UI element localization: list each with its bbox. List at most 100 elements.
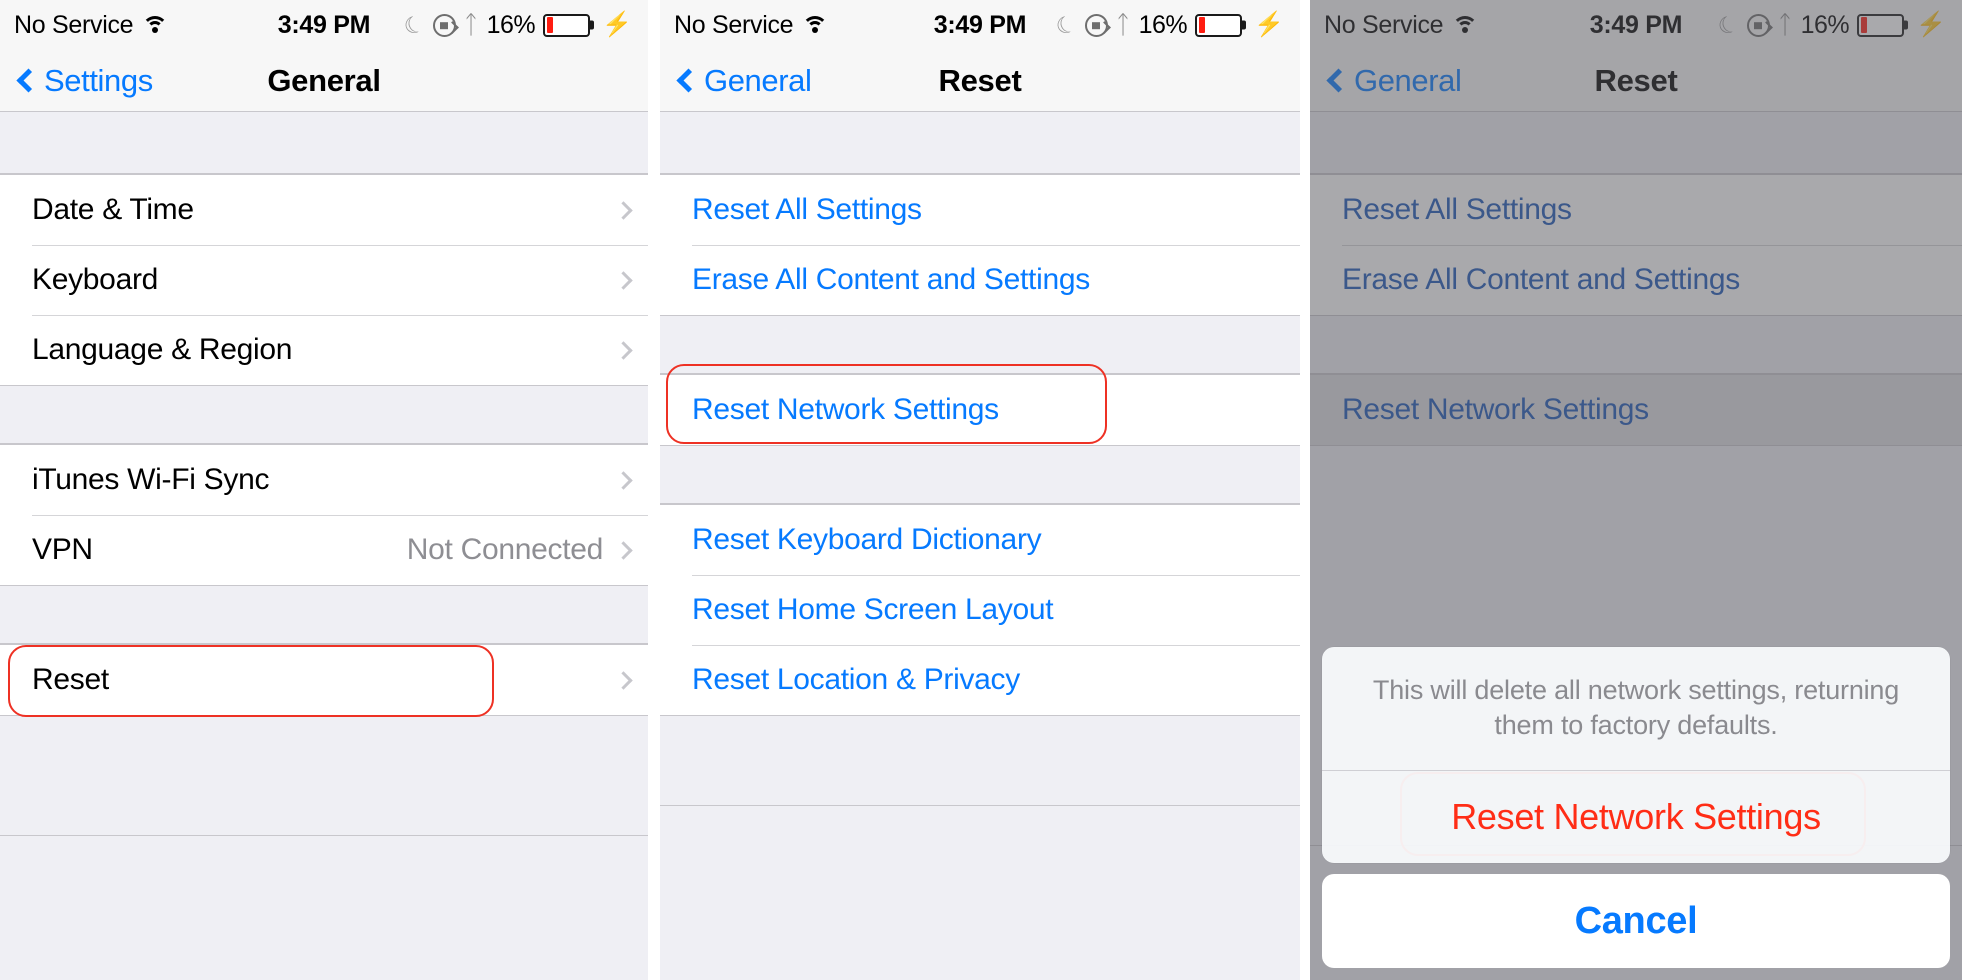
rotation-lock-icon [1746, 13, 1770, 37]
group-spacer [1310, 112, 1962, 174]
navigation-bar: General Reset [660, 50, 1300, 112]
row-itunes-wifi-sync[interactable]: iTunes Wi-Fi Sync [0, 445, 648, 515]
row-vpn[interactable]: VPN Not Connected [0, 515, 648, 585]
navigation-bar: Settings General [0, 50, 648, 112]
row-language-and-region[interactable]: Language & Region [0, 315, 648, 385]
row-reset[interactable]: Reset [0, 645, 648, 715]
row-label: Reset [32, 663, 109, 696]
chevron-left-icon [16, 68, 41, 93]
moon-icon: ☾ [399, 8, 429, 41]
row-erase-all-content-and-settings[interactable]: Erase All Content and Settings [1310, 245, 1962, 315]
back-button-label: Settings [44, 62, 153, 98]
row-label: Reset All Settings [1342, 193, 1572, 226]
status-bar-left: No Service [1324, 10, 1479, 40]
group-spacer [660, 716, 1300, 806]
reset-group-2: Reset Network Settings [660, 374, 1300, 446]
row-reset-location-and-privacy[interactable]: Reset Location & Privacy [660, 645, 1300, 715]
reset-network-settings-button[interactable]: Reset Network Settings [1322, 771, 1950, 863]
carrier-label: No Service [674, 10, 794, 39]
battery-percent-label: 16% [1800, 10, 1850, 39]
chevron-left-icon [676, 68, 701, 93]
group-spacer [0, 586, 648, 644]
navigation-bar: General Reset [1310, 50, 1962, 112]
chevron-left-icon [1326, 68, 1351, 93]
row-label: Reset Network Settings [1342, 393, 1649, 426]
chevron-right-icon [614, 670, 633, 690]
row-erase-all-content-and-settings[interactable]: Erase All Content and Settings [660, 245, 1300, 315]
screenshot-series: No Service 3:49 PM ☾ ᛏ 16% ⚡ Settings Ge… [0, 0, 1962, 980]
group-spacer [0, 386, 648, 444]
row-reset-all-settings[interactable]: Reset All Settings [1310, 175, 1962, 245]
wifi-icon [1452, 15, 1479, 35]
carrier-label: No Service [14, 10, 134, 39]
settings-table-reset: Reset All Settings Erase All Content and… [660, 112, 1300, 980]
rotation-lock-icon [432, 13, 456, 37]
lightning-bolt-icon: ⚡ [1916, 11, 1946, 38]
row-label: Erase All Content and Settings [692, 263, 1090, 296]
row-value-vpn-status: Not Connected [406, 533, 604, 566]
rotation-lock-icon [1084, 13, 1108, 37]
settings-group-1: Date & Time Keyboard Language & Region [0, 174, 648, 386]
status-bar: No Service 3:49 PM ☾ ᛏ 16% ⚡ [660, 0, 1300, 50]
group-spacer [1310, 316, 1962, 374]
action-sheet-body: This will delete all network settings, r… [1322, 646, 1950, 863]
group-spacer [0, 112, 648, 174]
battery-icon [1195, 13, 1243, 37]
reset-group-1: Reset All Settings Erase All Content and… [1310, 174, 1962, 316]
action-sheet-message: This will delete all network settings, r… [1322, 647, 1950, 771]
battery-icon [543, 13, 591, 37]
action-sheet: This will delete all network settings, r… [1322, 646, 1950, 968]
wifi-icon [142, 15, 169, 35]
status-bar-left: No Service [14, 10, 169, 40]
row-label: Reset Location & Privacy [692, 663, 1020, 696]
settings-group-2: iTunes Wi-Fi Sync VPN Not Connected [0, 444, 648, 586]
row-reset-network-settings[interactable]: Reset Network Settings [660, 375, 1300, 445]
row-label: Reset Network Settings [692, 393, 999, 426]
back-button-general[interactable]: General [1326, 63, 1462, 99]
reset-group-1: Reset All Settings Erase All Content and… [660, 174, 1300, 316]
status-bar: No Service 3:49 PM ☾ ᛏ 16% ⚡ [1310, 0, 1962, 50]
row-date-and-time[interactable]: Date & Time [0, 175, 648, 245]
bluetooth-icon: ᛏ [1115, 10, 1131, 39]
settings-table-general: Date & Time Keyboard Language & Region i… [0, 112, 648, 980]
group-spacer [660, 446, 1300, 504]
row-reset-home-screen-layout[interactable]: Reset Home Screen Layout [660, 575, 1300, 645]
battery-percent-label: 16% [486, 10, 536, 39]
panel-divider [1300, 0, 1310, 980]
moon-icon: ☾ [1051, 8, 1081, 41]
carrier-label: No Service [1324, 10, 1444, 39]
battery-icon [1857, 13, 1905, 37]
row-reset-all-settings[interactable]: Reset All Settings [660, 175, 1300, 245]
lightning-bolt-icon: ⚡ [602, 11, 632, 38]
moon-icon: ☾ [1713, 8, 1743, 41]
reset-group-3: Reset Keyboard Dictionary Reset Home Scr… [660, 504, 1300, 716]
chevron-right-icon [614, 270, 633, 290]
row-label: Language & Region [32, 333, 293, 366]
chevron-right-icon [614, 470, 633, 490]
row-label: Keyboard [32, 263, 159, 296]
group-spacer [660, 112, 1300, 174]
status-bar: No Service 3:49 PM ☾ ᛏ 16% ⚡ [0, 0, 648, 50]
row-label: iTunes Wi-Fi Sync [32, 463, 270, 496]
row-reset-keyboard-dictionary[interactable]: Reset Keyboard Dictionary [660, 505, 1300, 575]
row-label: VPN [32, 533, 93, 566]
status-bar-left: No Service [674, 10, 829, 40]
back-button-settings[interactable]: Settings [16, 63, 153, 99]
lightning-bolt-icon: ⚡ [1254, 11, 1284, 38]
row-label: Reset Keyboard Dictionary [692, 523, 1042, 556]
back-button-general[interactable]: General [676, 63, 812, 99]
chevron-right-icon [614, 200, 633, 220]
back-button-label: General [704, 62, 812, 98]
chevron-right-icon [614, 340, 633, 360]
row-reset-network-settings[interactable]: Reset Network Settings [1310, 375, 1962, 445]
chevron-right-icon [614, 540, 633, 560]
row-label: Erase All Content and Settings [1342, 263, 1740, 296]
row-keyboard[interactable]: Keyboard [0, 245, 648, 315]
cancel-button[interactable]: Cancel [1322, 874, 1950, 968]
phone-screen-reset: No Service 3:49 PM ☾ ᛏ 16% ⚡ General Res… [660, 0, 1300, 980]
status-bar-right: ☾ ᛏ 16% ⚡ [1713, 8, 1946, 41]
bluetooth-icon: ᛏ [463, 10, 479, 39]
status-bar-right: ☾ ᛏ 16% ⚡ [1051, 8, 1284, 41]
reset-group-2: Reset Network Settings [1310, 374, 1962, 446]
battery-percent-label: 16% [1138, 10, 1188, 39]
